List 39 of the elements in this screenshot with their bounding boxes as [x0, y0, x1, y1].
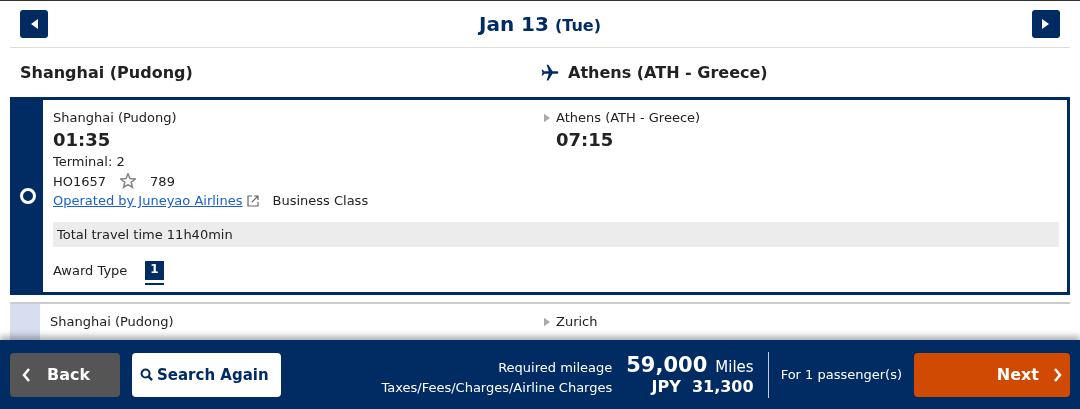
search-icon: [140, 368, 153, 381]
previous-day-button[interactable]: [20, 10, 48, 38]
mileage-value: 59,000 Miles: [626, 353, 754, 377]
terminal-label: Terminal: 2: [53, 154, 125, 169]
caret-right-icon: [1042, 19, 1050, 29]
operator-link[interactable]: Operated by Juneyao Airlines: [53, 193, 243, 208]
caret-right-icon: [544, 316, 550, 327]
next-button[interactable]: Next: [914, 352, 1070, 397]
card-selection-strip: [10, 304, 40, 340]
mileage-label: Required mileage: [497, 360, 613, 375]
flight-card[interactable]: Shanghai (Pudong) 01:35 Terminal: 2 HO1657 789 Operated by Juneyao Airlines Business Class Athens (ATH - Greece) 07:15 Total travel time 11h40min Award Type 1: [10, 97, 1070, 295]
arrival-city: Athens (ATH - Greece): [556, 110, 701, 125]
external-link-icon: [246, 194, 259, 207]
travel-time-bar: Total travel time 11h40min: [53, 222, 1059, 247]
weekday-label: (Tue): [554, 16, 601, 35]
taxes-label: Taxes/Fees/Charges/Airline Charges: [381, 380, 613, 395]
taxes-value: JPY 31,300: [649, 377, 754, 396]
departure-time: 01:35: [53, 129, 111, 150]
arrival-time: 07:15: [556, 129, 614, 150]
caret-left-icon: [30, 19, 38, 29]
caret-right-icon: [544, 112, 550, 123]
arrival-city: Zurich: [556, 314, 598, 329]
back-button[interactable]: Back: [10, 352, 120, 397]
chevron-right-icon: [1053, 367, 1062, 382]
next-day-button[interactable]: [1032, 10, 1060, 38]
flight-number: HO1657: [53, 173, 107, 189]
origin-city: Shanghai (Pudong): [20, 63, 193, 82]
aircraft-type: 789: [150, 173, 175, 189]
date-title: Jan 13: [479, 12, 549, 36]
award-type-label: Award Type: [53, 263, 128, 278]
chevron-left-icon: [22, 367, 31, 382]
airplane-icon: [540, 62, 560, 83]
departure-city: Shanghai (Pudong): [50, 314, 174, 329]
search-again-button[interactable]: Search Again: [132, 352, 281, 397]
cabin-class: Business Class: [272, 193, 369, 208]
radio-button[interactable]: [20, 188, 36, 204]
departure-city: Shanghai (Pudong): [53, 110, 177, 125]
destination-city: Athens (ATH - Greece): [568, 63, 768, 82]
passenger-count: For 1 passenger(s): [780, 367, 902, 382]
